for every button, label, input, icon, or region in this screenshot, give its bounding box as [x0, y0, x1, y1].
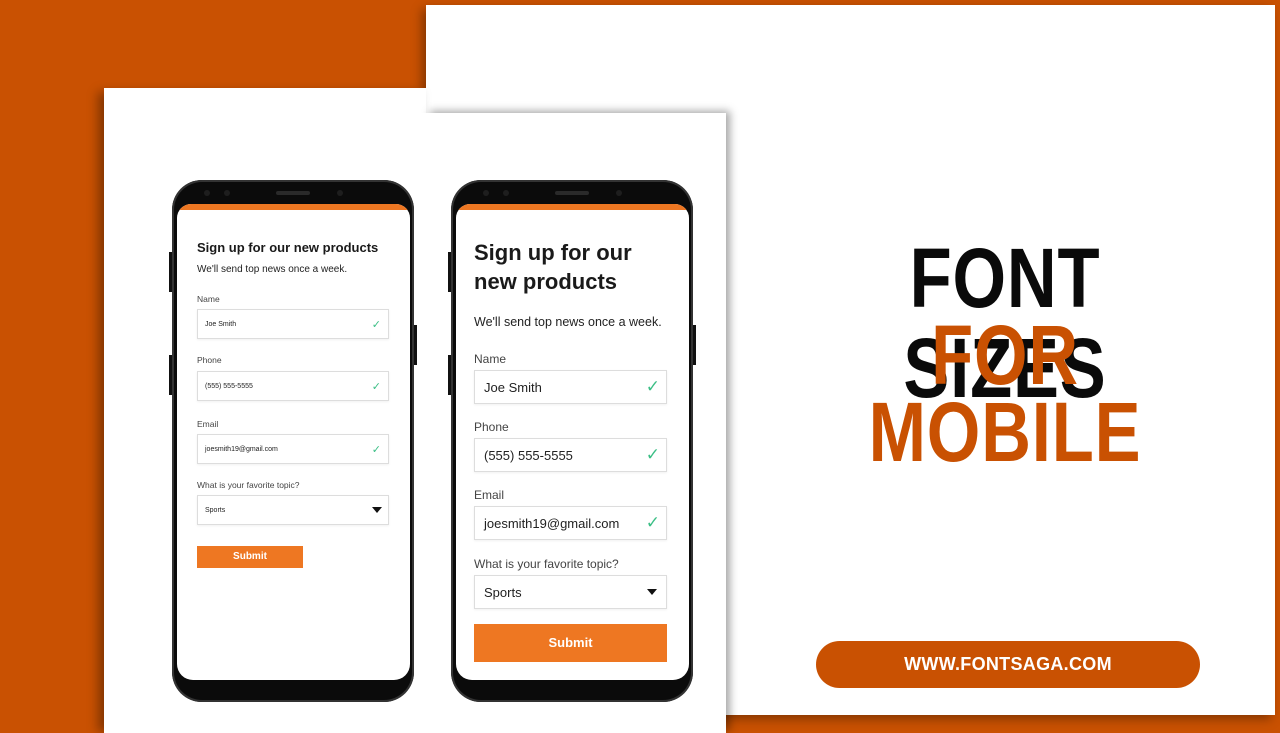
check-icon: ✓: [645, 377, 660, 396]
accent-bar: [456, 204, 689, 210]
headline-line-3: MOBILE: [868, 385, 1142, 479]
phone-large-font: Sign up for our new products We'll send …: [448, 180, 696, 702]
name-label: Name: [197, 294, 220, 304]
name-field[interactable]: Joe Smith ✓: [197, 309, 389, 339]
form-subtitle: We'll send top news once a week.: [197, 264, 348, 275]
phone-small-font: Sign up for our new products We'll send …: [169, 180, 417, 702]
topic-value: Sports: [205, 506, 226, 514]
phone-screen: Sign up for our new products We'll send …: [456, 204, 689, 680]
sensor-icon: [204, 190, 210, 196]
front-camera-icon: [337, 190, 343, 196]
check-icon: ✓: [371, 318, 381, 331]
bixby-button: [448, 355, 451, 395]
power-button: [414, 325, 417, 365]
speaker-grille: [276, 191, 310, 195]
check-icon: ✓: [645, 445, 660, 464]
bixby-button: [169, 355, 172, 395]
topic-label: What is your favorite topic?: [474, 557, 619, 571]
sensor-icon: [503, 190, 509, 196]
topic-select[interactable]: Sports: [474, 575, 667, 609]
email-field[interactable]: joesmith19@gmail.com ✓: [474, 506, 667, 540]
caret-down-icon: [372, 507, 382, 513]
sensor-icon: [224, 190, 230, 196]
topic-label: What is your favorite topic?: [197, 480, 300, 490]
phone-value: (555) 555-5555: [484, 447, 573, 463]
phone-screen: Sign up for our new products We'll send …: [177, 204, 410, 680]
check-icon: ✓: [371, 443, 381, 456]
email-label: Email: [197, 419, 219, 429]
email-value: joesmith19@gmail.com: [205, 445, 278, 453]
email-label: Email: [474, 488, 505, 502]
topic-select[interactable]: Sports: [197, 495, 389, 525]
topic-value: Sports: [484, 584, 522, 600]
phone-value: (555) 555-5555: [205, 382, 253, 390]
submit-button[interactable]: Submit: [197, 546, 303, 568]
check-icon: ✓: [645, 513, 660, 532]
front-camera-icon: [616, 190, 622, 196]
phone-field[interactable]: (555) 555-5555 ✓: [474, 438, 667, 472]
email-value: joesmith19@gmail.com: [484, 515, 620, 531]
submit-button[interactable]: Submit: [474, 624, 667, 662]
volume-button: [448, 252, 451, 292]
headline-line-2: FOR: [931, 308, 1079, 402]
phone-label: Phone: [197, 355, 222, 365]
name-field[interactable]: Joe Smith ✓: [474, 370, 667, 404]
power-button: [693, 325, 696, 365]
form-title: Sign up for our new products: [197, 240, 379, 255]
name-value: Joe Smith: [205, 320, 237, 328]
website-link[interactable]: WWW.FONTSAGA.COM: [816, 641, 1200, 688]
form-subtitle: We'll send top news once a week.: [474, 315, 662, 329]
speaker-grille: [555, 191, 589, 195]
phone-label: Phone: [474, 420, 509, 434]
phone-field[interactable]: (555) 555-5555 ✓: [197, 371, 389, 401]
form-title: Sign up for our new products: [474, 240, 632, 294]
accent-bar: [177, 204, 410, 210]
sensor-icon: [483, 190, 489, 196]
volume-button: [169, 252, 172, 292]
name-label: Name: [474, 352, 507, 366]
check-icon: ✓: [371, 380, 381, 393]
name-value: Joe Smith: [484, 379, 542, 395]
caret-down-icon: [647, 589, 657, 595]
email-field[interactable]: joesmith19@gmail.com ✓: [197, 434, 389, 464]
